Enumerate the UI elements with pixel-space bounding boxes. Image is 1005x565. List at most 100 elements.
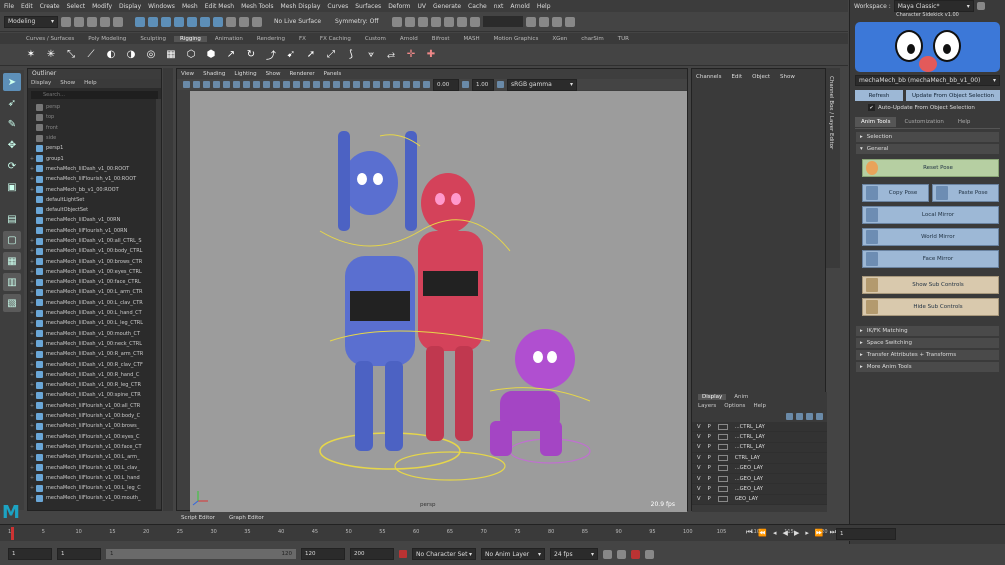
menu-uv[interactable]: UV [418,3,427,10]
outliner-item[interactable]: + mechaMech_lilFlourish_v1_00:ROOT [28,174,161,184]
normal-constraint-icon[interactable]: ⟇ [364,48,378,62]
layer-color-swatch[interactable] [717,465,728,472]
layer-visibility-toggle[interactable]: V [697,455,701,461]
layer-row[interactable]: V P ...CTRL_LAY [692,422,827,433]
outliner-item[interactable]: + mechaMech_lilFlourish_v1_00:face_CT [28,442,161,452]
outliner-item[interactable]: mechaMech_lilDash_v1_00RN [28,215,161,225]
step-back-key-icon[interactable]: ⏪ [758,529,767,537]
record-icon[interactable] [631,549,640,559]
layer-visibility-toggle[interactable]: V [697,486,701,492]
tab-bifrost[interactable]: Bifrost [426,36,456,42]
xray-active-icon[interactable] [413,81,420,88]
scale-tool-icon[interactable]: ▣ [3,178,21,196]
outliner-search-input[interactable]: Search... [31,91,158,99]
workspace-lock-icon[interactable] [976,2,985,10]
wireframe-shaded-icon[interactable] [313,81,320,88]
render-frame-icon[interactable] [418,16,428,27]
layer-color-swatch[interactable] [717,496,728,503]
menu-generate[interactable]: Generate [433,3,461,10]
layer-playback-toggle[interactable]: P [708,444,711,450]
expand-icon[interactable]: + [28,310,36,316]
tab-graph-editor[interactable]: Graph Editor [229,515,264,521]
layer-color-swatch[interactable] [717,486,728,493]
outliner-item[interactable]: + mechaMech_lilDash_v1_00:face_CTRL [28,277,161,287]
layer-row[interactable]: V P ...CTRL_LAY [692,442,827,454]
expand-icon[interactable]: + [28,320,36,326]
section-more-anim-tools[interactable]: ▸ More Anim Tools [856,362,999,372]
refresh-button[interactable]: Refresh [855,90,903,101]
outliner-item[interactable]: + mechaMech_bb_v1_00:ROOT [28,184,161,194]
tab-animation[interactable]: Animation [209,36,249,42]
outliner-item[interactable]: + mechaMech_lilDash_v1_00:ROOT [28,164,161,174]
viewport-menu-lighting[interactable]: Lighting [234,69,256,79]
expand-icon[interactable]: + [28,166,36,172]
arnold-render-icon[interactable] [457,16,467,27]
new-layer-selected-icon[interactable] [816,412,823,420]
layer-tab-display[interactable]: Display [698,393,727,400]
attribute-editor-icon[interactable] [539,16,549,27]
outliner-item[interactable]: + mechaMech_lilDash_v1_00:L_hand_CT [28,308,161,318]
reset-pose-button[interactable]: Reset Pose [862,159,999,177]
expand-icon[interactable]: + [28,465,36,471]
color-management-icon[interactable] [497,81,504,88]
layer-name[interactable]: ...CTRL_LAY [735,444,765,450]
render-icon[interactable] [239,16,249,27]
gamma-icon[interactable] [462,81,469,88]
lattice-icon[interactable]: ▦ [164,48,178,62]
layer-playback-toggle[interactable]: P [708,486,711,492]
select-component-icon[interactable] [161,16,171,27]
hypershade-icon[interactable] [444,16,454,27]
smooth-shade-icon[interactable] [303,81,310,88]
redo-icon[interactable] [113,16,123,27]
time-slider[interactable]: 1 5 10 15 20 25 30 35 40 45 50 55 60 65 70 75 80 85 90 95 10… [0,524,1005,541]
outliner-item[interactable]: + mechaMech_lilDash_v1_00:R_arm_CTR [28,349,161,359]
expand-icon[interactable]: + [28,495,36,501]
outliner-item[interactable]: + mechaMech_lilFlourish_v1_00:L_leg_C [28,483,161,493]
exposure-icon[interactable] [423,81,430,88]
face-mirror-button[interactable]: Face Mirror [862,250,999,268]
menu-windows[interactable]: Windows [148,3,175,10]
expand-icon[interactable]: + [28,341,36,347]
outliner-item[interactable]: + mechaMech_lilDash_v1_00:neck_CTRL [28,339,161,349]
outliner-item[interactable]: side [28,133,161,143]
menu-nxt[interactable]: nxt [494,3,504,10]
expand-icon[interactable]: + [28,423,36,429]
orient-constraint-icon[interactable]: ↻ [244,48,258,62]
go-to-end-icon[interactable]: ⏭ [830,528,836,537]
expand-icon[interactable]: + [28,392,36,398]
section-transfer-attributes-transforms[interactable]: ▸ Transfer Attributes + Transforms [856,350,999,360]
outliner-item[interactable]: + mechaMech_lilDash_v1_00:R_clav_CTF [28,359,161,369]
menu-create[interactable]: Create [40,3,60,10]
play-forward-icon[interactable]: ▶ [794,529,799,537]
viewport-menu-renderer[interactable]: Renderer [289,69,314,79]
character-set-dropdown[interactable]: No Character Set ▾ [412,548,476,560]
section-general[interactable]: ▾ General [856,144,999,154]
expand-icon[interactable]: + [28,454,36,460]
copy-pose-button[interactable]: Copy Pose [862,184,929,202]
layer-playback-toggle[interactable]: P [708,465,711,471]
playback-start-field[interactable]: 1 [57,548,101,560]
channel-menu-edit[interactable]: Edit [731,74,742,80]
layer-visibility-toggle[interactable]: V [697,476,701,482]
layer-visibility-toggle[interactable]: V [697,465,701,471]
single-pane-icon[interactable]: ▢ [3,231,21,249]
layer-name[interactable]: GEO_LAY [735,496,758,502]
outliner-item[interactable]: + mechaMech_lilFlourish_v1_00:body_C [28,411,161,421]
layer-color-swatch[interactable] [717,444,728,451]
joint-tool-icon[interactable]: ✶ [24,48,38,62]
section-selection[interactable]: ▸ Selection [856,132,999,142]
sidekick-tab-anim-tools[interactable]: Anim Tools [855,117,897,127]
layer-name[interactable]: ...GEO_LAY [735,465,763,471]
outliner-item[interactable]: + mechaMech_lilDash_v1_00:spine_CTR [28,390,161,400]
menu-edit[interactable]: Edit [21,3,33,10]
menu-arnold[interactable]: Arnold [510,3,529,10]
safe-title-icon[interactable] [283,81,290,88]
insert-joint-icon[interactable]: ✳ [44,48,58,62]
expand-icon[interactable]: + [28,259,36,265]
layer-tab-anim[interactable]: Anim [734,394,748,400]
snap-point-icon[interactable] [200,16,210,27]
menu-surfaces[interactable]: Surfaces [355,3,381,10]
channel-menu-channels[interactable]: Channels [696,74,721,80]
step-forward-frame-icon[interactable]: ▸ [805,529,809,537]
channel-box-vertical-tab[interactable]: Channel Box / Layer Editor [828,76,834,149]
